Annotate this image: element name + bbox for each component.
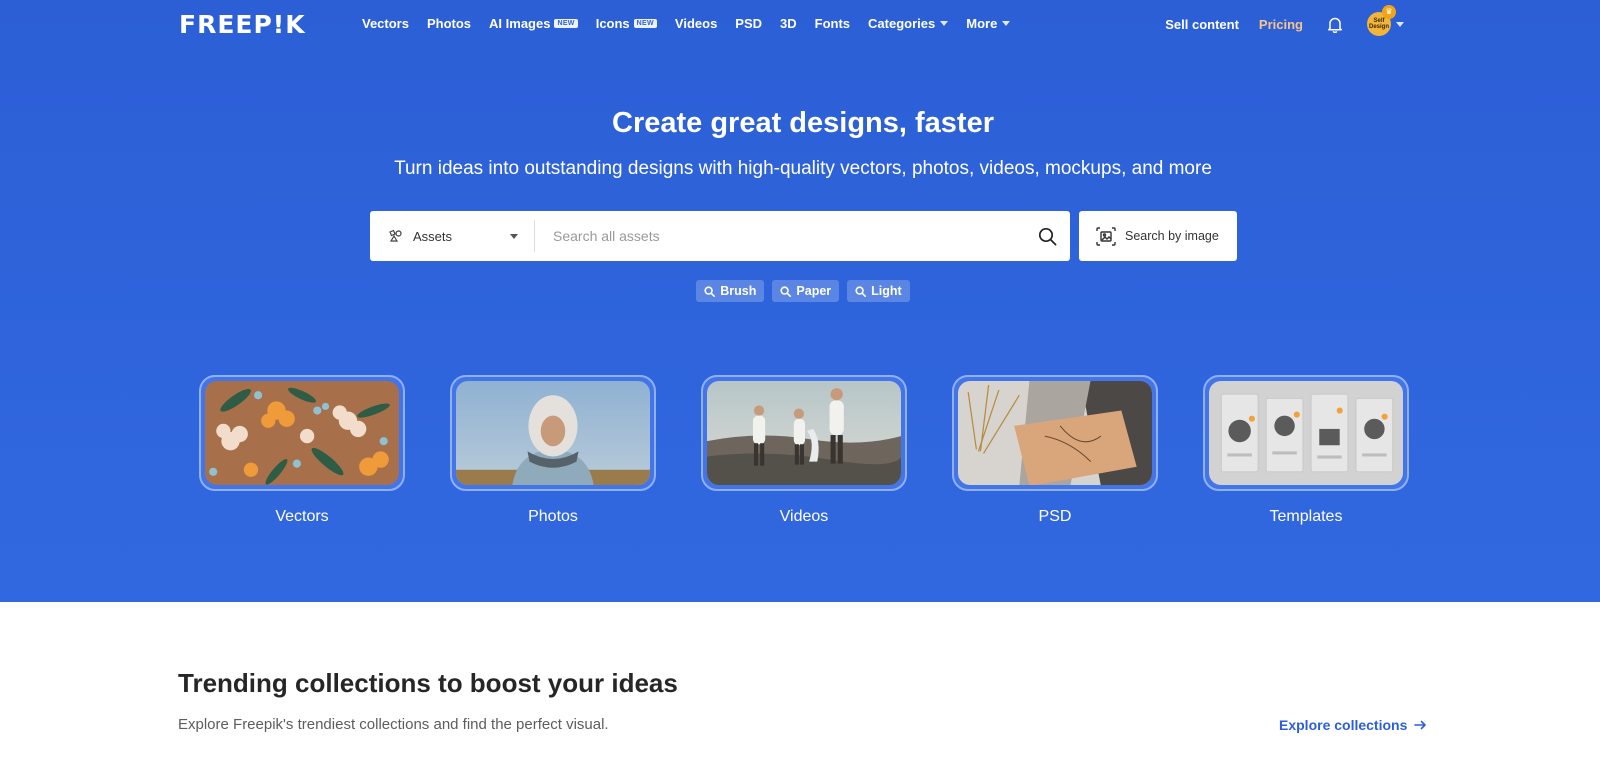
- chevron-down-icon: [510, 234, 518, 239]
- suggestion-label: Brush: [720, 284, 757, 298]
- nav-link-label: Categories: [868, 16, 936, 31]
- search-by-image-label: Search by image: [1125, 229, 1219, 243]
- new-badge: NEW: [554, 19, 578, 28]
- search-input[interactable]: [535, 211, 1024, 261]
- nav-link-label: 3D: [780, 16, 797, 31]
- arrow-right-icon: [1414, 720, 1427, 730]
- crown-icon: ♛: [1382, 5, 1396, 19]
- nav-link-label: PSD: [735, 16, 763, 31]
- nav-link-vectors[interactable]: Vectors: [362, 16, 409, 31]
- category-card-photos[interactable]: Photos: [450, 375, 656, 526]
- nav-link-label: More: [966, 16, 998, 31]
- assets-shapes-icon: [389, 229, 402, 242]
- chevron-down-icon: [940, 21, 949, 26]
- image-search-icon: [1096, 226, 1116, 246]
- sell-content-link[interactable]: Sell content: [1165, 17, 1239, 32]
- category-label: Videos: [779, 508, 829, 525]
- nav-link-videos[interactable]: Videos: [675, 16, 717, 31]
- category-label: PSD: [1038, 508, 1072, 525]
- category-card-templates[interactable]: Templates: [1203, 375, 1409, 526]
- nav-link-ai-images[interactable]: AI Images NEW: [489, 16, 578, 31]
- suggestion-label: Paper: [796, 284, 832, 298]
- explore-collections-label: Explore collections: [1279, 717, 1408, 733]
- nav-link-psd[interactable]: PSD: [735, 16, 762, 31]
- top-nav: FREEP!K Vectors Photos AI Images NEW Icon…: [0, 0, 1600, 50]
- user-menu[interactable]: Self Design ♛: [1367, 5, 1404, 36]
- chevron-down-icon: [1002, 21, 1011, 26]
- search-icon: [780, 285, 792, 297]
- trending-title: Trending collections to boost your ideas: [178, 668, 678, 698]
- nav-right: Sell content Pricing Self Design ♛: [1165, 5, 1404, 36]
- search-by-image-button[interactable]: Search by image: [1079, 211, 1237, 261]
- avatar-text: Self Design: [1368, 18, 1389, 30]
- photos-thumbnail: [456, 381, 650, 485]
- chevron-down-icon: [1396, 21, 1404, 27]
- asset-type-dropdown[interactable]: Assets: [370, 220, 535, 252]
- nav-link-icons[interactable]: Icons NEW: [596, 16, 657, 31]
- pricing-link[interactable]: Pricing: [1259, 17, 1303, 32]
- nav-link-fonts[interactable]: Fonts: [815, 16, 850, 31]
- magnifier-icon: [1038, 227, 1056, 245]
- nav-link-label: Photos: [426, 16, 472, 31]
- vectors-thumbnail: [205, 381, 399, 485]
- freepik-logo[interactable]: FREEP!K: [179, 10, 306, 39]
- nav-link-categories[interactable]: Categories: [868, 16, 949, 31]
- nav-link-label: AI Images: [489, 16, 551, 31]
- category-label: Photos: [528, 508, 578, 525]
- suggestion-label: Light: [871, 284, 902, 298]
- nav-links: Vectors Photos AI Images NEW Icons NEW Vid…: [362, 16, 1028, 31]
- explore-collections-link[interactable]: Explore collections: [1279, 717, 1427, 733]
- trending-subtitle: Explore Freepik's trendiest collections …: [178, 716, 609, 733]
- templates-thumbnail: [1209, 381, 1403, 485]
- category-frame: [1203, 375, 1409, 491]
- category-card-psd[interactable]: PSD: [952, 375, 1158, 526]
- nav-link-label: Icons: [595, 16, 630, 31]
- avatar: Self Design ♛: [1367, 5, 1396, 36]
- nav-link-label: Videos: [674, 16, 718, 31]
- page-subtitle: Turn ideas into outstanding designs with…: [394, 158, 1212, 179]
- page-title: Create great designs, faster: [612, 107, 994, 139]
- search-bar: Assets: [370, 211, 1070, 261]
- search-icon: [704, 285, 716, 297]
- category-frame: [199, 375, 405, 491]
- nav-link-label: Vectors: [362, 16, 409, 31]
- category-card-videos[interactable]: Videos: [701, 375, 907, 526]
- hero-section: FREEP!K Vectors Photos AI Images NEW Icon…: [0, 0, 1600, 602]
- category-label: Vectors: [275, 508, 329, 525]
- category-frame: [450, 375, 656, 491]
- category-frame: [701, 375, 907, 491]
- category-frame: [952, 375, 1158, 491]
- search-button[interactable]: [1024, 211, 1070, 261]
- search-icon: [855, 285, 867, 297]
- category-card-vectors[interactable]: Vectors: [199, 375, 405, 526]
- videos-thumbnail: [707, 381, 901, 485]
- suggestion-chip[interactable]: Light: [847, 280, 910, 302]
- category-label: Templates: [1269, 508, 1343, 525]
- search-suggestions: Brush Paper Light: [0, 280, 1600, 302]
- nav-link-3d[interactable]: 3D: [780, 16, 797, 31]
- nav-link-photos[interactable]: Photos: [427, 16, 471, 31]
- suggestion-chip[interactable]: Paper: [772, 280, 840, 302]
- new-badge: NEW: [633, 19, 657, 28]
- asset-type-label: Assets: [413, 228, 453, 244]
- suggestion-chip[interactable]: Brush: [696, 280, 765, 302]
- nav-link-more[interactable]: More: [966, 16, 1011, 31]
- nav-link-label: Fonts: [814, 16, 851, 31]
- psd-thumbnail: [958, 381, 1152, 485]
- bell-icon[interactable]: [1325, 14, 1345, 34]
